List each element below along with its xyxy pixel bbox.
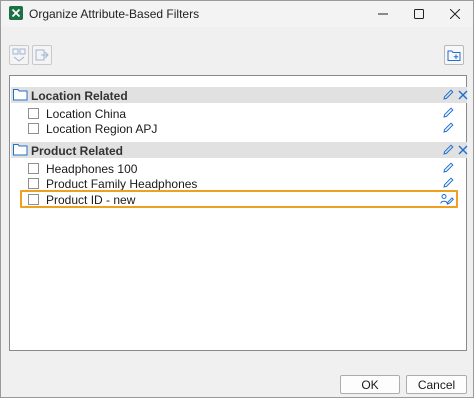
minimize-icon [378, 13, 388, 15]
item-checkbox[interactable] [28, 163, 39, 174]
maximize-button[interactable] [401, 1, 437, 27]
move-to-group-icon [12, 48, 26, 62]
move-out-button[interactable] [32, 45, 52, 65]
list-item: Headphones 100 [11, 161, 467, 176]
filter-list-panel: Location Related Location China Location… [9, 75, 468, 351]
close-button[interactable] [437, 1, 473, 27]
item-label: Headphones 100 [46, 162, 138, 176]
group-header-location[interactable]: Location Related [11, 87, 468, 104]
maximize-icon [414, 9, 424, 19]
delete-group-icon[interactable] [458, 144, 468, 158]
item-label: Location Region APJ [46, 122, 158, 136]
pencil-icon[interactable] [443, 177, 454, 191]
new-group-icon [447, 50, 460, 61]
pencil-icon[interactable] [443, 107, 454, 121]
item-checkbox[interactable] [28, 108, 39, 119]
folder-icon [13, 88, 28, 104]
folder-icon [13, 143, 28, 159]
close-icon [450, 9, 460, 19]
list-item: Product Family Headphones [11, 176, 467, 191]
window-title: Organize Attribute-Based Filters [29, 7, 200, 21]
minimize-button[interactable] [365, 1, 401, 27]
title-bar: Organize Attribute-Based Filters [1, 1, 473, 27]
group-header-product[interactable]: Product Related [11, 142, 468, 159]
group-title: Product Related [31, 144, 124, 158]
selection-highlight [20, 190, 458, 208]
excel-icon [9, 6, 23, 20]
group-title: Location Related [31, 89, 128, 103]
new-group-button[interactable] [444, 45, 464, 65]
move-out-icon [35, 49, 49, 61]
pencil-icon[interactable] [443, 122, 454, 136]
cancel-button[interactable]: Cancel [406, 375, 467, 394]
pencil-icon[interactable] [443, 144, 454, 158]
move-to-group-button[interactable] [9, 45, 29, 65]
list-item: Location Region APJ [11, 121, 467, 136]
item-checkbox[interactable] [28, 178, 39, 189]
ok-button[interactable]: OK [340, 375, 400, 394]
dialog-window: Organize Attribute-Based Filters Locatio… [0, 0, 474, 398]
list-item: Location China [11, 106, 467, 121]
item-label: Product Family Headphones [46, 177, 198, 191]
pencil-icon[interactable] [443, 89, 454, 103]
delete-group-icon[interactable] [458, 89, 468, 103]
item-label: Location China [46, 107, 127, 121]
pencil-icon[interactable] [443, 162, 454, 176]
item-checkbox[interactable] [28, 123, 39, 134]
